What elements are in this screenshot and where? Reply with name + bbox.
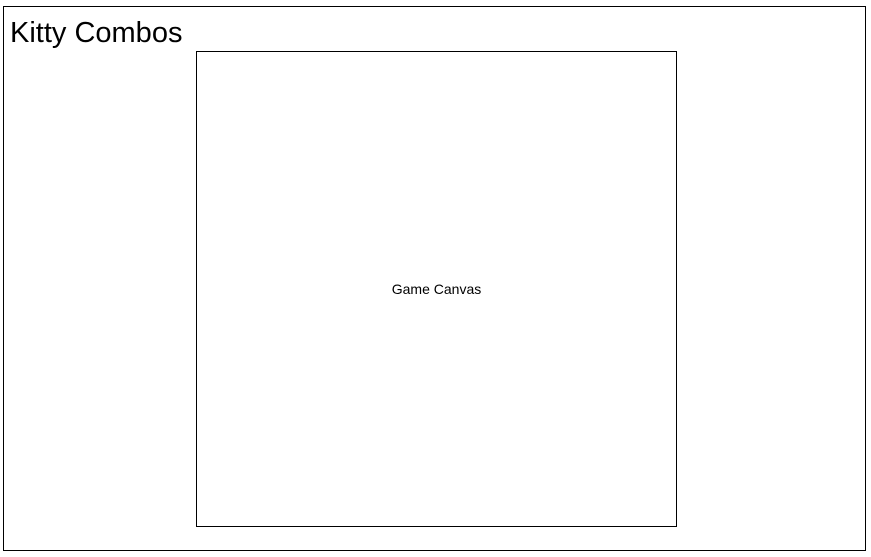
game-canvas[interactable]: Game Canvas [196, 51, 677, 527]
app-title: Kitty Combos [10, 17, 183, 49]
app-page: Kitty Combos Game Canvas [0, 0, 871, 557]
game-canvas-label: Game Canvas [391, 281, 482, 297]
